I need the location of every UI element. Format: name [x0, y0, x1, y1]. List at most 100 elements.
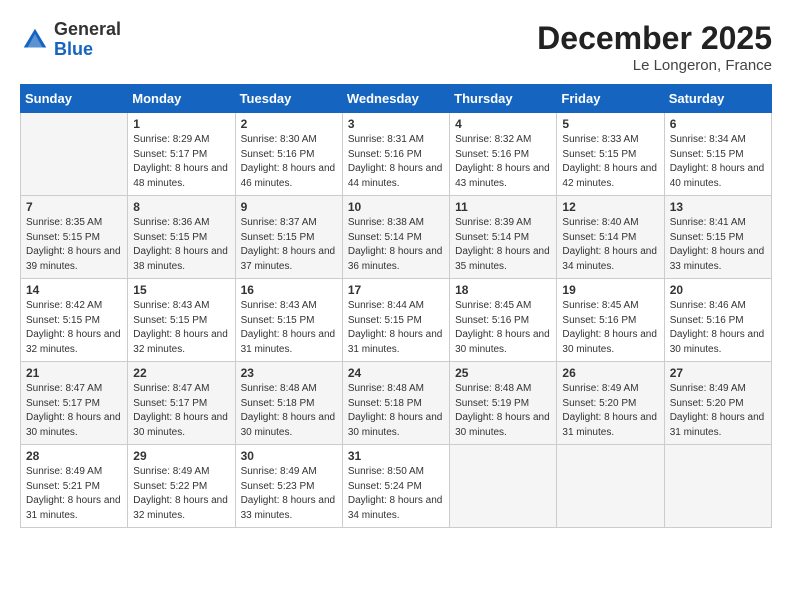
header-cell-monday: Monday [128, 85, 235, 113]
daylight: Daylight: 8 hours and 44 minutes. [348, 163, 443, 189]
sunset: Sunset: 5:19 PM [455, 398, 529, 409]
day-cell: 4 Sunrise: 8:32 AM Sunset: 5:16 PM Dayli… [450, 113, 557, 196]
day-cell: 13 Sunrise: 8:41 AM Sunset: 5:15 PM Dayl… [664, 196, 771, 279]
day-number: 15 [133, 283, 229, 297]
daylight: Daylight: 8 hours and 31 minutes. [241, 329, 336, 355]
week-row-4: 21 Sunrise: 8:47 AM Sunset: 5:17 PM Dayl… [21, 362, 772, 445]
sunrise: Sunrise: 8:39 AM [455, 217, 531, 228]
daylight: Daylight: 8 hours and 31 minutes. [670, 412, 765, 438]
calendar-table: SundayMondayTuesdayWednesdayThursdayFrid… [20, 84, 772, 528]
daylight: Daylight: 8 hours and 46 minutes. [241, 163, 336, 189]
day-cell: 11 Sunrise: 8:39 AM Sunset: 5:14 PM Dayl… [450, 196, 557, 279]
day-number: 6 [670, 117, 766, 131]
sunrise: Sunrise: 8:44 AM [348, 300, 424, 311]
sunset: Sunset: 5:24 PM [348, 481, 422, 492]
day-cell [557, 445, 664, 528]
day-cell: 19 Sunrise: 8:45 AM Sunset: 5:16 PM Dayl… [557, 279, 664, 362]
day-number: 16 [241, 283, 337, 297]
sunrise: Sunrise: 8:31 AM [348, 134, 424, 145]
day-number: 10 [348, 200, 444, 214]
sunset: Sunset: 5:15 PM [241, 232, 315, 243]
sunrise: Sunrise: 8:45 AM [455, 300, 531, 311]
day-info: Sunrise: 8:41 AM Sunset: 5:15 PM Dayligh… [670, 216, 766, 274]
sunrise: Sunrise: 8:36 AM [133, 217, 209, 228]
sunset: Sunset: 5:21 PM [26, 481, 100, 492]
sunrise: Sunrise: 8:35 AM [26, 217, 102, 228]
day-info: Sunrise: 8:37 AM Sunset: 5:15 PM Dayligh… [241, 216, 337, 274]
day-number: 5 [562, 117, 658, 131]
day-number: 25 [455, 366, 551, 380]
day-cell: 23 Sunrise: 8:48 AM Sunset: 5:18 PM Dayl… [235, 362, 342, 445]
daylight: Daylight: 8 hours and 30 minutes. [133, 412, 228, 438]
day-info: Sunrise: 8:43 AM Sunset: 5:15 PM Dayligh… [133, 299, 229, 357]
daylight: Daylight: 8 hours and 30 minutes. [455, 412, 550, 438]
daylight: Daylight: 8 hours and 34 minutes. [562, 246, 657, 272]
daylight: Daylight: 8 hours and 32 minutes. [133, 495, 228, 521]
sunrise: Sunrise: 8:34 AM [670, 134, 746, 145]
day-cell: 6 Sunrise: 8:34 AM Sunset: 5:15 PM Dayli… [664, 113, 771, 196]
sunrise: Sunrise: 8:29 AM [133, 134, 209, 145]
sunset: Sunset: 5:16 PM [455, 149, 529, 160]
sunset: Sunset: 5:23 PM [241, 481, 315, 492]
day-number: 9 [241, 200, 337, 214]
daylight: Daylight: 8 hours and 33 minutes. [670, 246, 765, 272]
day-cell: 9 Sunrise: 8:37 AM Sunset: 5:15 PM Dayli… [235, 196, 342, 279]
day-cell: 10 Sunrise: 8:38 AM Sunset: 5:14 PM Dayl… [342, 196, 449, 279]
daylight: Daylight: 8 hours and 33 minutes. [241, 495, 336, 521]
day-number: 21 [26, 366, 122, 380]
day-number: 20 [670, 283, 766, 297]
day-number: 8 [133, 200, 229, 214]
day-cell: 29 Sunrise: 8:49 AM Sunset: 5:22 PM Dayl… [128, 445, 235, 528]
day-info: Sunrise: 8:49 AM Sunset: 5:22 PM Dayligh… [133, 465, 229, 523]
daylight: Daylight: 8 hours and 38 minutes. [133, 246, 228, 272]
day-info: Sunrise: 8:35 AM Sunset: 5:15 PM Dayligh… [26, 216, 122, 274]
header-cell-tuesday: Tuesday [235, 85, 342, 113]
daylight: Daylight: 8 hours and 30 minutes. [26, 412, 121, 438]
sunset: Sunset: 5:14 PM [348, 232, 422, 243]
day-info: Sunrise: 8:43 AM Sunset: 5:15 PM Dayligh… [241, 299, 337, 357]
day-number: 19 [562, 283, 658, 297]
daylight: Daylight: 8 hours and 36 minutes. [348, 246, 443, 272]
sunset: Sunset: 5:15 PM [241, 315, 315, 326]
day-info: Sunrise: 8:34 AM Sunset: 5:15 PM Dayligh… [670, 133, 766, 191]
day-info: Sunrise: 8:49 AM Sunset: 5:20 PM Dayligh… [562, 382, 658, 440]
page-header: General Blue December 2025 Le Longeron, … [20, 20, 772, 74]
day-number: 18 [455, 283, 551, 297]
sunset: Sunset: 5:16 PM [241, 149, 315, 160]
logo-text: General Blue [54, 20, 121, 60]
day-cell: 2 Sunrise: 8:30 AM Sunset: 5:16 PM Dayli… [235, 113, 342, 196]
sunrise: Sunrise: 8:43 AM [133, 300, 209, 311]
day-number: 13 [670, 200, 766, 214]
sunrise: Sunrise: 8:38 AM [348, 217, 424, 228]
day-info: Sunrise: 8:48 AM Sunset: 5:18 PM Dayligh… [241, 382, 337, 440]
day-cell: 18 Sunrise: 8:45 AM Sunset: 5:16 PM Dayl… [450, 279, 557, 362]
sunrise: Sunrise: 8:33 AM [562, 134, 638, 145]
daylight: Daylight: 8 hours and 39 minutes. [26, 246, 121, 272]
daylight: Daylight: 8 hours and 48 minutes. [133, 163, 228, 189]
day-number: 27 [670, 366, 766, 380]
daylight: Daylight: 8 hours and 40 minutes. [670, 163, 765, 189]
day-number: 4 [455, 117, 551, 131]
sunrise: Sunrise: 8:40 AM [562, 217, 638, 228]
day-cell: 1 Sunrise: 8:29 AM Sunset: 5:17 PM Dayli… [128, 113, 235, 196]
day-number: 11 [455, 200, 551, 214]
day-number: 3 [348, 117, 444, 131]
day-number: 14 [26, 283, 122, 297]
daylight: Daylight: 8 hours and 35 minutes. [455, 246, 550, 272]
sunset: Sunset: 5:20 PM [670, 398, 744, 409]
logo-blue: Blue [54, 39, 93, 59]
day-info: Sunrise: 8:40 AM Sunset: 5:14 PM Dayligh… [562, 216, 658, 274]
sunset: Sunset: 5:20 PM [562, 398, 636, 409]
day-info: Sunrise: 8:50 AM Sunset: 5:24 PM Dayligh… [348, 465, 444, 523]
daylight: Daylight: 8 hours and 31 minutes. [26, 495, 121, 521]
day-cell: 5 Sunrise: 8:33 AM Sunset: 5:15 PM Dayli… [557, 113, 664, 196]
daylight: Daylight: 8 hours and 32 minutes. [26, 329, 121, 355]
daylight: Daylight: 8 hours and 30 minutes. [455, 329, 550, 355]
sunset: Sunset: 5:16 PM [562, 315, 636, 326]
day-cell: 31 Sunrise: 8:50 AM Sunset: 5:24 PM Dayl… [342, 445, 449, 528]
day-number: 28 [26, 449, 122, 463]
daylight: Daylight: 8 hours and 31 minutes. [348, 329, 443, 355]
sunset: Sunset: 5:18 PM [241, 398, 315, 409]
day-number: 30 [241, 449, 337, 463]
sunset: Sunset: 5:18 PM [348, 398, 422, 409]
